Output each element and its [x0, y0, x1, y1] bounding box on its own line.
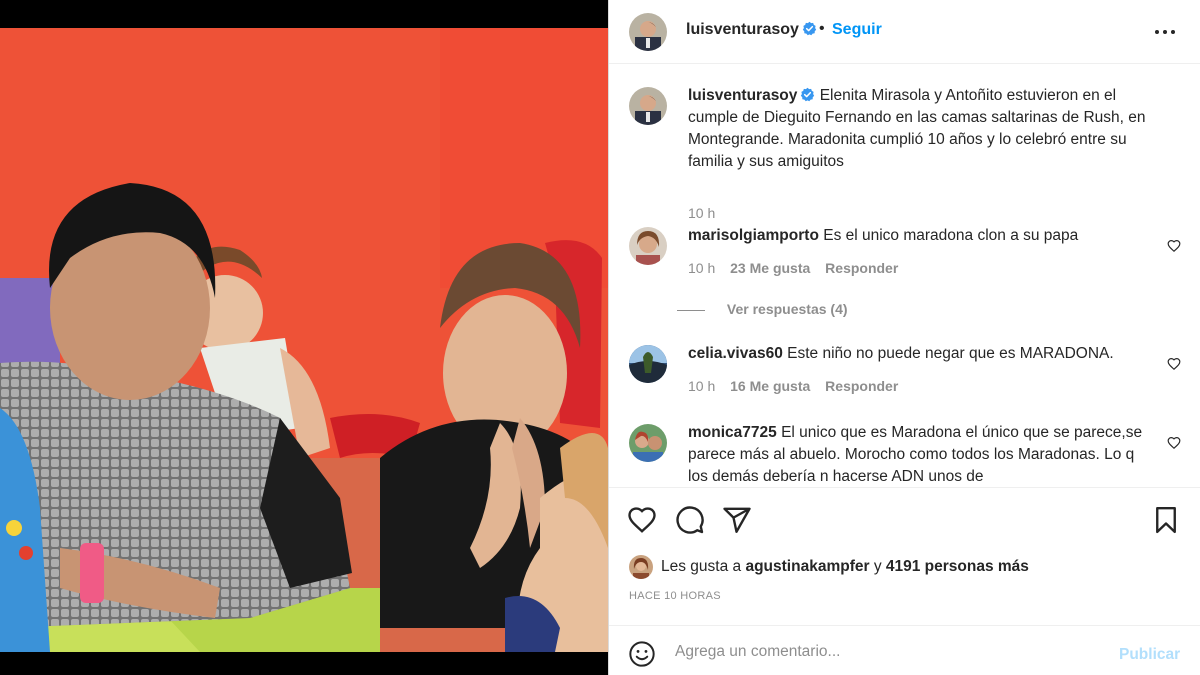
comment-username[interactable]: celia.vivas60 [688, 345, 783, 362]
commenter-avatar[interactable] [629, 424, 667, 462]
commenter-avatar[interactable] [629, 227, 667, 265]
comment-like-heart-icon[interactable] [1167, 357, 1181, 371]
likes-joiner: y [873, 558, 882, 575]
comment-meta: 10 h 16 Me gusta Responder [688, 378, 909, 394]
post-side-panel: luisventurasoy • Seguir luisventurasoy E… [608, 0, 1200, 675]
caption-text-block: luisventurasoy Elenita Mirasola y Antoñi… [688, 85, 1168, 173]
comment-time[interactable]: 10 h [688, 378, 715, 394]
caption-author-avatar[interactable] [629, 87, 667, 125]
liker-avatar[interactable] [629, 555, 653, 579]
verified-badge-icon [801, 87, 815, 102]
post-header: luisventurasoy • Seguir [609, 0, 1200, 64]
comment-like-heart-icon[interactable] [1167, 239, 1181, 253]
verified-badge-icon [802, 21, 817, 36]
comment-time[interactable]: 10 h [688, 260, 715, 276]
comment-text: Este niño no puede negar que es MARADONA… [787, 345, 1114, 362]
comment-meta: 10 h 23 Me gusta Responder [688, 260, 909, 276]
post-media[interactable] [0, 0, 608, 675]
post-timestamp[interactable]: HACE 10 HORAS [629, 590, 721, 602]
follow-button[interactable]: Seguir [832, 21, 882, 39]
comment-likes[interactable]: 23 Me gusta [730, 260, 810, 276]
comment-text: Es el unico maradona clon a su papa [823, 227, 1079, 244]
comment-likes[interactable]: 16 Me gusta [730, 378, 810, 394]
comment-like-heart-icon[interactable] [1167, 436, 1181, 450]
share-icon[interactable] [722, 505, 752, 535]
comment-text-block: monica7725 El unico que es Maradona el ú… [688, 422, 1158, 485]
comment-icon[interactable] [675, 505, 705, 535]
view-replies-button[interactable]: Ver respuestas (4) [677, 301, 848, 317]
caption-username[interactable]: luisventurasoy [688, 87, 797, 104]
more-options-icon[interactable] [1153, 22, 1177, 42]
view-replies-label[interactable]: Ver respuestas (4) [727, 301, 848, 317]
comment-composer: Publicar [609, 625, 1200, 675]
header-separator: • [819, 20, 825, 37]
author-username[interactable]: luisventurasoy [686, 21, 817, 39]
bookmark-icon[interactable] [1151, 505, 1181, 535]
author-avatar[interactable] [629, 13, 667, 51]
author-username-text[interactable]: luisventurasoy [686, 21, 799, 38]
heart-icon[interactable] [627, 505, 657, 535]
likes-others[interactable]: 4191 personas más [886, 558, 1029, 575]
publish-button[interactable]: Publicar [1119, 646, 1180, 664]
likes-prefix: Les gusta a [661, 558, 742, 575]
caption-time[interactable]: 10 h [688, 205, 715, 221]
likes-text: Les gusta a agustinakampfer y 4191 perso… [661, 558, 1029, 576]
caption-meta: 10 h [688, 205, 726, 221]
emoji-icon[interactable] [628, 640, 656, 668]
comment-input[interactable] [675, 640, 1095, 664]
comments-list[interactable]: luisventurasoy Elenita Mirasola y Antoñi… [609, 65, 1200, 485]
reply-button[interactable]: Responder [825, 260, 898, 276]
comment-username[interactable]: marisolgiamporto [688, 227, 819, 244]
comment-text-block: celia.vivas60 Este niño no puede negar q… [688, 343, 1158, 365]
comment-username[interactable]: monica7725 [688, 424, 777, 441]
reply-button[interactable]: Responder [825, 378, 898, 394]
liker-username[interactable]: agustinakampfer [745, 558, 869, 575]
comment-text-block: marisolgiamporto Es el unico maradona cl… [688, 225, 1158, 247]
post-photo [0, 28, 608, 652]
commenter-avatar[interactable] [629, 345, 667, 383]
